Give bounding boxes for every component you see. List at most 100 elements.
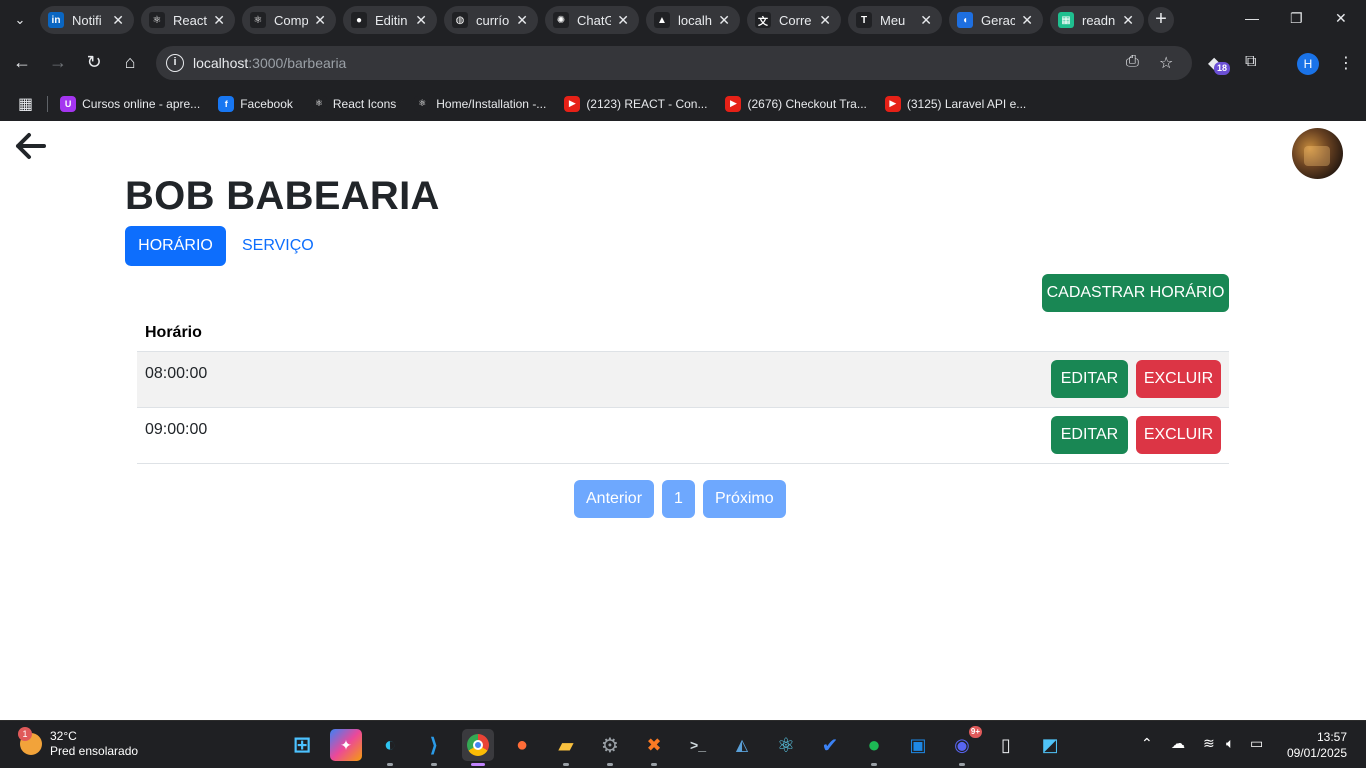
page-title: BOB BABEARIA: [125, 174, 440, 218]
browser-tab[interactable]: ◖ Gerac ✕: [949, 6, 1043, 34]
restore-icon[interactable]: ❐: [1290, 10, 1303, 27]
system-clock[interactable]: 13:57 09/01/2025: [1283, 729, 1347, 761]
browser-tab[interactable]: ✺ ChatG ✕: [545, 6, 639, 34]
bookmark-item[interactable]: U Cursos online - apre...: [60, 95, 200, 112]
tab-close-icon[interactable]: ✕: [112, 12, 124, 29]
weather-widget[interactable]: 1 32°C Pred ensolarado: [18, 727, 138, 759]
profile-avatar[interactable]: H: [1297, 53, 1319, 75]
tab-close-icon[interactable]: ✕: [516, 12, 528, 29]
tab-strip: ⌄ in Notifi ✕ ⚛ React ✕ ⚛ Comp ✕ ● Editin ✕ ◍ currío ✕…: [0, 0, 1366, 40]
windows-start-icon[interactable]: ⊞: [286, 729, 318, 761]
forward-icon[interactable]: →: [47, 52, 69, 73]
notepad-icon[interactable]: ▯: [990, 729, 1022, 761]
bookmark-item[interactable]: f Facebook: [218, 95, 293, 112]
copilot-icon[interactable]: ✦: [330, 729, 362, 761]
tab-close-icon[interactable]: ✕: [617, 12, 629, 29]
apps-grid-icon[interactable]: ▦: [18, 94, 33, 114]
page-1-button[interactable]: 1: [662, 480, 695, 518]
address-bar[interactable]: i localhost:3000/barbearia ⎙ ☆: [156, 46, 1192, 80]
taskbar-apps: ⊞ ✦ ◐ ⟩ ● ▰ ⚙ ✖ >_ ◭ ⚛ ✔ ● ▣ ◉ 9+ ▯ ◩: [286, 726, 1066, 766]
tab-close-icon[interactable]: ✕: [920, 12, 932, 29]
bookmark-item[interactable]: ▶ (3125) Laravel API e...: [884, 95, 1026, 112]
edit-button[interactable]: EDITAR: [1051, 360, 1128, 398]
bookmark-label: Home/Installation -...: [436, 96, 547, 111]
terminal-icon[interactable]: >_: [682, 729, 714, 761]
tab-close-icon[interactable]: ✕: [213, 12, 225, 29]
tab-servico[interactable]: SERVIÇO: [242, 226, 314, 266]
onedrive-cloud-icon[interactable]: ☁: [1171, 735, 1185, 752]
wifi-icon[interactable]: ≋: [1203, 735, 1215, 752]
todo-check-icon[interactable]: ✔: [814, 729, 846, 761]
browser-toolbar: ← → ↻ ⌂ i localhost:3000/barbearia ⎙ ☆ ◆…: [0, 40, 1366, 86]
trello-icon[interactable]: ▣: [902, 729, 934, 761]
delete-button[interactable]: EXCLUIR: [1136, 416, 1221, 454]
volume-icon[interactable]: 🔈︎: [1226, 735, 1234, 752]
tab-close-icon[interactable]: ✕: [718, 12, 730, 29]
menu-kebab-icon[interactable]: ⋮: [1338, 53, 1354, 73]
mysql-workbench-icon[interactable]: ◭: [726, 729, 758, 761]
photos-icon[interactable]: ◩: [1034, 729, 1066, 761]
discord-icon[interactable]: ◉ 9+: [946, 726, 982, 766]
back-arrow-icon[interactable]: [14, 129, 48, 163]
page-content: BOB BABEARIA HORÁRIO SERVIÇO CADASTRAR H…: [0, 121, 1366, 720]
vscode-icon[interactable]: ⟩: [418, 729, 450, 766]
tab-close-icon[interactable]: ✕: [1021, 12, 1033, 29]
react-devtools-icon[interactable]: ⚛: [770, 729, 802, 761]
chatgpt-icon: ✺: [553, 12, 569, 28]
xampp-icon[interactable]: ✖: [638, 729, 670, 766]
settings-gear-icon[interactable]: ⚙: [594, 729, 626, 766]
tab-close-icon[interactable]: ✕: [314, 12, 326, 29]
spotify-icon[interactable]: ●: [858, 729, 890, 766]
globe-icon: ◍: [452, 12, 468, 28]
file-explorer-icon[interactable]: ▰: [550, 729, 582, 766]
next-page-button[interactable]: Próximo: [702, 480, 786, 518]
battery-icon[interactable]: ▭: [1250, 735, 1263, 752]
home-icon[interactable]: ⌂: [119, 52, 141, 73]
user-avatar[interactable]: [1292, 128, 1343, 179]
delete-button[interactable]: EXCLUIR: [1136, 360, 1221, 398]
bookmark-item[interactable]: ⚛ Home/Installation -...: [414, 95, 547, 112]
tab-horario[interactable]: HORÁRIO: [125, 226, 226, 266]
browser-tab[interactable]: T Meu ✕: [848, 6, 942, 34]
browser-tab[interactable]: ▲ localh ✕: [646, 6, 740, 34]
bookmark-item[interactable]: ⚛ React Icons: [310, 95, 396, 112]
bookmarks-bar: ▦ U Cursos online - apre... f Facebook ⚛ Reac…: [0, 86, 1366, 121]
browser-tab[interactable]: ● Editin ✕: [343, 6, 437, 34]
chrome-icon[interactable]: [462, 729, 494, 766]
bookmarks-divider: [47, 95, 49, 112]
udemy-icon: U: [60, 95, 77, 112]
browser-tab[interactable]: ▦ readn ✕: [1050, 6, 1144, 34]
postman-icon[interactable]: ●: [506, 729, 538, 761]
hammer-icon: T: [856, 12, 872, 28]
minimize-icon[interactable]: —: [1245, 10, 1259, 26]
youtube-icon: ▶: [725, 95, 742, 112]
back-icon[interactable]: ←: [11, 52, 33, 73]
previous-page-button[interactable]: Anterior: [574, 480, 655, 518]
browser-tab[interactable]: ⚛ Comp ✕: [242, 6, 336, 34]
edge-icon[interactable]: ◐: [374, 729, 406, 766]
extensions-puzzle-icon[interactable]: ⧉: [1245, 53, 1256, 71]
cadastrar-horario-button[interactable]: CADASTRAR HORÁRIO: [1042, 274, 1229, 312]
tab-close-icon[interactable]: ✕: [819, 12, 831, 29]
bookmark-item[interactable]: ▶ (2123) REACT - Con...: [564, 95, 707, 112]
url-text[interactable]: localhost:3000/barbearia: [193, 55, 346, 71]
edit-button[interactable]: EDITAR: [1051, 416, 1128, 454]
install-app-icon[interactable]: ⎙: [1126, 53, 1139, 71]
tray-chevron-icon[interactable]: ⌃: [1141, 735, 1153, 752]
close-window-icon[interactable]: ✕: [1335, 10, 1347, 27]
generator-icon: ◖: [957, 12, 973, 28]
site-info-icon[interactable]: i: [166, 54, 184, 72]
tab-close-icon[interactable]: ✕: [1122, 12, 1134, 29]
browser-tab[interactable]: ⚛ React ✕: [141, 6, 235, 34]
bookmark-star-icon[interactable]: ☆: [1159, 53, 1173, 73]
tab-close-icon[interactable]: ✕: [415, 12, 427, 29]
browser-tab[interactable]: in Notifi ✕: [40, 6, 134, 34]
tab-search-chevron-icon[interactable]: ⌄: [8, 8, 32, 32]
new-tab-button[interactable]: +: [1148, 7, 1174, 33]
browser-tab[interactable]: ◍ currío ✕: [444, 6, 538, 34]
reload-icon[interactable]: ↻: [83, 52, 105, 73]
react-icon: ⚛: [250, 12, 266, 28]
bookmark-item[interactable]: ▶ (2676) Checkout Tra...: [725, 95, 867, 112]
clock-time: 13:57: [1316, 730, 1347, 744]
browser-tab[interactable]: 文 Corre ✕: [747, 6, 841, 34]
